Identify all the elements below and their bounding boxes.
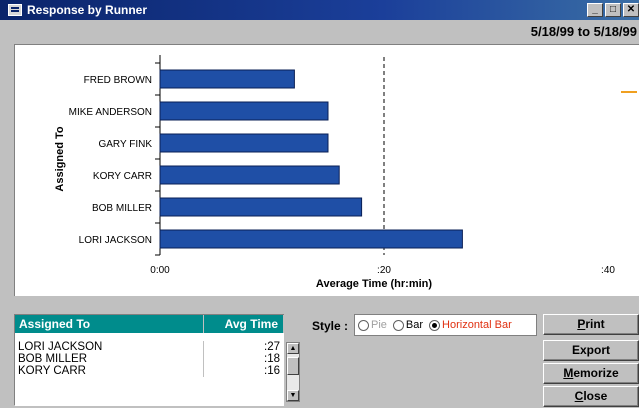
memorize-accel: M	[563, 366, 574, 380]
close-button[interactable]: Close	[543, 386, 639, 407]
style-option-horizontal-bar-label: Horizontal Bar	[442, 319, 512, 331]
style-label: Style :	[312, 319, 349, 333]
export-button[interactable]: Export	[543, 340, 639, 361]
table-row[interactable]: BOB MILLER :18	[15, 353, 284, 365]
chart-style-options: Pie Bar Horizontal Bar	[354, 314, 537, 336]
bar	[159, 197, 363, 217]
y-axis-title: Assigned To	[54, 126, 66, 191]
radio-icon[interactable]	[392, 319, 404, 331]
style-option-bar-label: Bar	[405, 319, 424, 331]
x-tick-label: :20	[377, 265, 391, 276]
style-option-bar[interactable]: Bar	[392, 319, 424, 331]
cell-avg-time: :16	[264, 365, 280, 377]
grid-scrollbar[interactable]: ▲ ▼	[286, 342, 300, 402]
bar	[159, 69, 295, 89]
radio-selected-icon[interactable]	[429, 319, 441, 331]
cell-assigned-to: KORY CARR	[15, 365, 205, 377]
minimize-button[interactable]: _	[587, 3, 603, 17]
chart-panel: FRED BROWN MIKE ANDERSON GARY FINK KORY CAR…	[14, 44, 639, 296]
form-icon[interactable]	[8, 4, 22, 16]
title-bar: Response by Runner _ □ ✕	[0, 0, 639, 20]
y-tick-label: MIKE ANDERSON	[69, 107, 152, 118]
x-axis-title: Average Time (hr:min)	[316, 278, 432, 290]
close-window-button[interactable]: ✕	[623, 3, 639, 17]
bar-chart: FRED BROWN MIKE ANDERSON GARY FINK KORY CAR…	[54, 55, 637, 290]
bar	[159, 133, 329, 153]
x-tick-label: :40	[601, 265, 615, 276]
runner-grid: Assigned To Avg Time LORI JACKSON:27 BOB …	[14, 314, 284, 406]
y-tick-label: KORY CARR	[93, 171, 152, 182]
style-option-pie[interactable]: Pie	[358, 319, 387, 331]
style-option-horizontal-bar[interactable]: Horizontal Bar	[429, 319, 512, 331]
scroll-up-icon[interactable]: ▲	[287, 343, 299, 354]
maximize-button[interactable]: □	[605, 3, 621, 17]
print-label-rest: rint	[585, 317, 605, 331]
date-range: 5/18/99 to 5/18/99	[530, 24, 637, 39]
grid-header: Assigned To Avg Time	[15, 315, 284, 333]
grid-rows: LORI JACKSON :27 BOB MILLER :18 KORY CARR :16	[15, 341, 284, 377]
column-header-assigned-to[interactable]: Assigned To	[15, 315, 205, 333]
y-tick-label: GARY FINK	[98, 139, 152, 150]
memorize-label-rest: emorize	[573, 366, 619, 380]
window-controls: _ □ ✕	[587, 3, 639, 17]
table-row[interactable]: LORI JACKSON :27	[15, 341, 284, 353]
y-tick-label: LORI JACKSON	[79, 235, 152, 246]
cell-assigned-to: BOB MILLER	[15, 353, 205, 365]
scroll-down-icon[interactable]: ▼	[287, 390, 299, 401]
column-header-avg-time[interactable]: Avg Time	[204, 315, 284, 333]
window-title: Response by Runner	[27, 3, 148, 17]
bar	[159, 101, 329, 121]
x-tick-label: 0:00	[150, 265, 170, 276]
style-option-pie-label: Pie	[371, 319, 387, 331]
bar	[159, 165, 340, 185]
scroll-thumb[interactable]	[287, 357, 299, 375]
cell-avg-time: :18	[264, 353, 280, 365]
memorize-button[interactable]: Memorize	[543, 363, 639, 384]
radio-icon[interactable]	[358, 319, 369, 331]
close-label-rest: lose	[583, 389, 608, 403]
cell-assigned-to: LORI JACKSON	[15, 341, 205, 353]
y-tick-label: FRED BROWN	[84, 75, 152, 86]
print-button[interactable]: Print	[543, 314, 639, 335]
table-row[interactable]: KORY CARR :16	[15, 365, 284, 377]
bar	[159, 229, 463, 249]
y-tick-label: BOB MILLER	[92, 203, 152, 214]
cell-avg-time: :27	[264, 341, 280, 353]
